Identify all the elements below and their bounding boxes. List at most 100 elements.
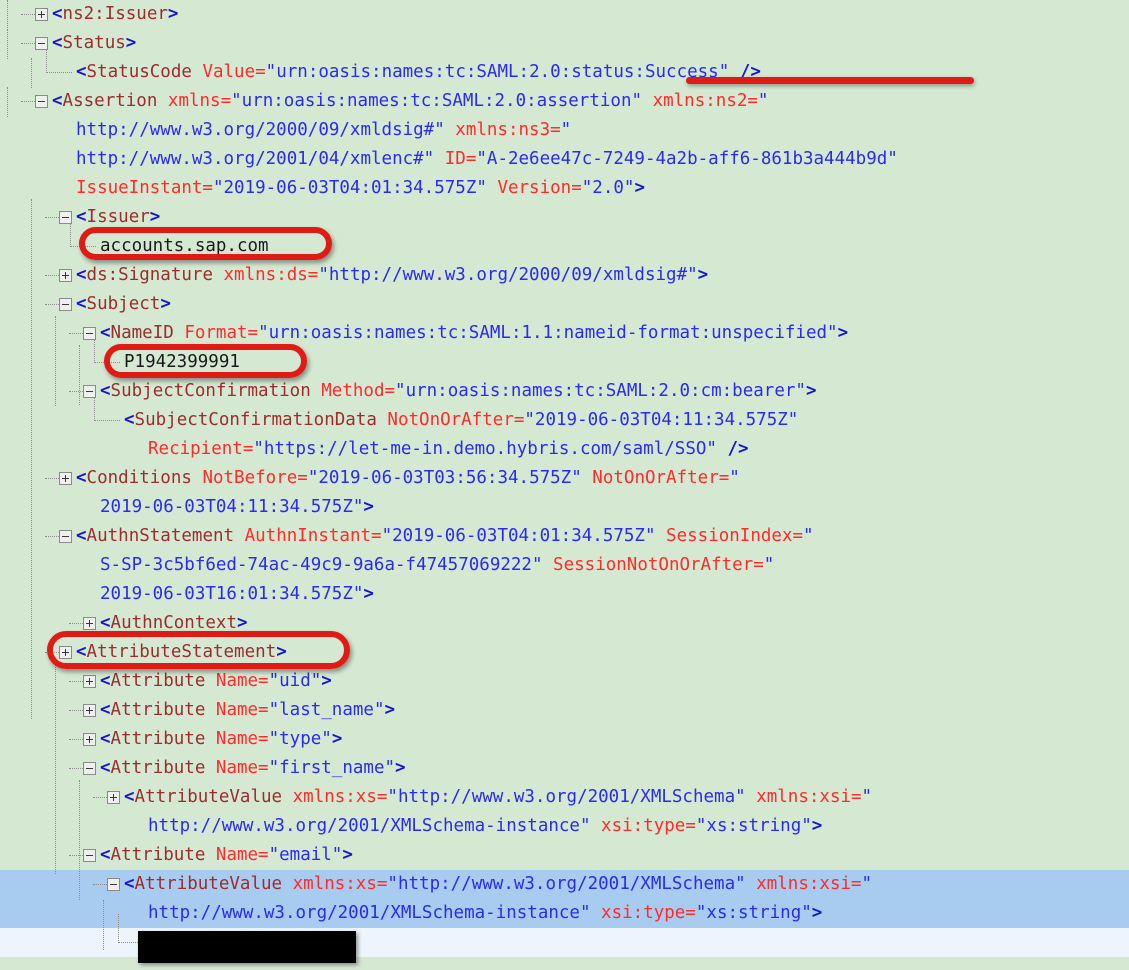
xml-line[interactable]: http://www.w3.org/2001/04/xmlenc#" ID="A… — [0, 145, 1129, 174]
xml-bracket: > — [634, 178, 645, 198]
xml-attribute-value: "last_name" — [268, 700, 385, 720]
xml-line[interactable]: <NameID Format="urn:oasis:names:tc:SAML:… — [0, 319, 1129, 348]
xml-line[interactable]: <StatusCode Value="urn:oasis:names:tc:SA… — [0, 58, 1129, 87]
xml-line[interactable]: Recipient="https://let-me-in.demo.hybris… — [0, 435, 1129, 464]
xml-attribute-name: Recipient= — [148, 439, 254, 459]
xml-attribute-name: xsi:type= — [601, 903, 696, 923]
xml-bracket: > — [331, 729, 343, 749]
xml-attribute-value: "xs:string" — [695, 903, 812, 923]
xml-line[interactable]: <AttributeValue xmlns:xs="http://www.w3.… — [0, 783, 1129, 812]
xml-line[interactable]: <Attribute Name="type"> — [0, 725, 1129, 754]
xml-tag-name: AttributeValue — [134, 787, 293, 807]
xml-attribute-name: AuthnInstant= — [244, 526, 382, 546]
xml-line[interactable]: accounts.sap.com — [0, 232, 1129, 261]
xml-bracket: < — [76, 526, 87, 546]
xml-line[interactable]: <Attribute Name="email"> — [0, 841, 1129, 870]
xml-line[interactable]: <SubjectConfirmationData NotOnOrAfter="2… — [0, 406, 1129, 435]
xml-bracket: < — [76, 294, 87, 314]
xml-bracket: < — [76, 468, 87, 488]
xml-line[interactable]: <Attribute Name="uid"> — [0, 667, 1129, 696]
xml-line[interactable]: <Subject> — [0, 290, 1129, 319]
xml-line[interactable]: http://www.w3.org/2001/XMLSchema-instanc… — [0, 899, 1129, 928]
xml-tag-name: AttributeStatement — [86, 642, 277, 662]
xml-attribute-value: "2.0" — [581, 178, 635, 198]
xml-tag-name: AuthnContext — [110, 613, 237, 633]
xml-attribute-name: ID= — [444, 149, 477, 169]
xml-attribute-value: "2019-06-03T04:01:34.575Z" — [381, 526, 667, 546]
xml-attribute-value: http://www.w3.org/2001/04/xmlenc#" — [76, 149, 445, 169]
xml-tag-name: AuthnStatement — [86, 526, 245, 546]
xml-bracket: < — [76, 207, 87, 227]
xml-line[interactable]: <Conditions NotBefore="2019-06-03T03:56:… — [0, 464, 1129, 493]
xml-attribute-name: Name= — [215, 671, 269, 691]
xml-tag-name: Issuer — [86, 207, 150, 227]
xml-bracket: > — [363, 497, 374, 517]
xml-attribute-value: "A-2e6ee47c-7249-4a2b-aff6-861b3a444b9d" — [476, 149, 898, 169]
xml-bracket: < — [100, 613, 111, 633]
xml-line[interactable]: 2019-06-03T16:01:34.575Z"> — [0, 580, 1129, 609]
xml-bracket: > — [160, 294, 171, 314]
xml-attribute-name: xmlns:xsi= — [756, 874, 862, 894]
xml-attribute-value: http://www.w3.org/2000/09/xmldsig#" — [76, 120, 456, 140]
xml-bracket: < — [100, 700, 111, 720]
xml-attribute-value: " — [560, 120, 572, 140]
xml-tag-name: Subject — [86, 294, 161, 314]
xml-attribute-name: Format= — [184, 323, 259, 343]
xml-line[interactable]: <Status> — [0, 29, 1129, 58]
xml-attribute-value: 2019-06-03T16:01:34.575Z" — [100, 584, 364, 604]
xml-bracket: < — [76, 265, 87, 285]
xml-line[interactable]: http://www.w3.org/2000/09/xmldsig#" xmln… — [0, 116, 1129, 145]
xml-line[interactable]: 2019-06-03T04:11:34.575Z"> — [0, 493, 1129, 522]
xml-attribute-name: Name= — [215, 700, 269, 720]
xml-attribute-value: "urn:oasis:names:tc:SAML:1.1:nameid-form… — [258, 323, 838, 343]
xml-attribute-name: xmlns:ns3= — [455, 120, 561, 140]
xml-attribute-value: " — [861, 787, 873, 807]
xml-bracket: < — [100, 729, 111, 749]
xml-attribute-value: " — [757, 91, 769, 111]
xml-attribute-name: xmlns:xs= — [292, 787, 388, 807]
xml-bracket: < — [100, 323, 111, 343]
xml-tag-name: ns2:Issuer — [62, 4, 168, 24]
xml-attribute-value: S-SP-3c5bf6ed-74ac-49c9-9a6a-f4745706922… — [100, 555, 554, 575]
xml-line[interactable]: IssueInstant="2019-06-03T04:01:34.575Z" … — [0, 174, 1129, 203]
xml-line[interactable]: S-SP-3c5bf6ed-74ac-49c9-9a6a-f4745706922… — [0, 551, 1129, 580]
xml-attribute-name: SessionIndex= — [666, 526, 804, 546]
xml-line[interactable]: <AuthnStatement AuthnInstant="2019-06-03… — [0, 522, 1129, 551]
xml-bracket: > — [805, 381, 817, 401]
xml-bracket: > — [276, 642, 287, 662]
xml-bracket: < — [76, 62, 87, 82]
xml-line[interactable]: <AttributeStatement> — [0, 638, 1129, 667]
xml-bracket: < — [124, 874, 135, 894]
xml-attribute-value: "https://let-me-in.demo.hybris.com/saml/… — [253, 439, 728, 459]
xml-bracket: > — [384, 700, 396, 720]
xml-tag-name: Attribute — [110, 700, 216, 720]
xml-attribute-value: "uid" — [268, 671, 322, 691]
xml-line[interactable]: <Attribute Name="last_name"> — [0, 696, 1129, 725]
xml-line[interactable]: <AttributeValue xmlns:xs="http://www.w3.… — [0, 870, 1129, 899]
xml-text-node: accounts.sap.com — [100, 236, 269, 256]
xml-bracket: > — [395, 758, 406, 778]
xml-line[interactable]: <Assertion xmlns="urn:oasis:names:tc:SAM… — [0, 87, 1129, 116]
xml-tag-name: Attribute — [110, 845, 216, 865]
xml-attribute-name: xmlns:ns2= — [652, 91, 758, 111]
xml-line[interactable]: http://www.w3.org/2001/XMLSchema-instanc… — [0, 812, 1129, 841]
xml-attribute-value: " — [861, 874, 873, 894]
xml-line[interactable]: <AuthnContext> — [0, 609, 1129, 638]
xml-line[interactable]: <ds:Signature xmlns:ds="http://www.w3.or… — [0, 261, 1129, 290]
xml-bracket: < — [124, 787, 135, 807]
xml-attribute-name: xmlns:xsi= — [756, 787, 862, 807]
xml-line[interactable] — [0, 928, 1129, 957]
xml-attribute-value: "first_name" — [268, 758, 396, 778]
xml-attribute-value: " — [803, 526, 814, 546]
xml-line[interactable]: <SubjectConfirmation Method="urn:oasis:n… — [0, 377, 1129, 406]
xml-tag-name: Conditions — [86, 468, 203, 488]
xml-line[interactable]: <ns2:Issuer> — [0, 0, 1129, 29]
xml-line[interactable]: <Issuer> — [0, 203, 1129, 232]
xml-line[interactable]: P1942399991 — [0, 348, 1129, 377]
xml-attribute-name: Method= — [321, 381, 396, 401]
xml-line[interactable]: <Attribute Name="first_name"> — [0, 754, 1129, 783]
xml-attribute-value: 2019-06-03T04:11:34.575Z" — [100, 497, 364, 517]
xml-bracket: > — [697, 265, 709, 285]
xml-attribute-name: xmlns:xs= — [292, 874, 388, 894]
xml-tree-viewer[interactable]: <ns2:Issuer> <Status> <StatusCode Value="u… — [0, 0, 1129, 970]
